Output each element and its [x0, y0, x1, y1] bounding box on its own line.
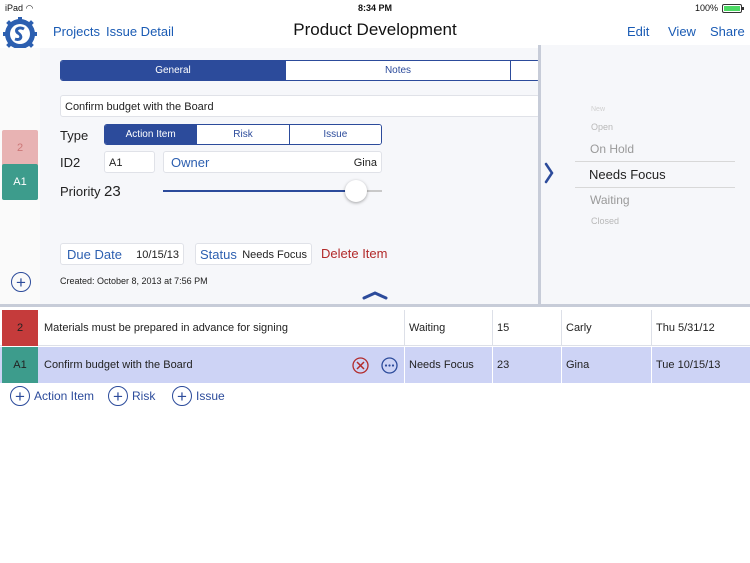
status-field[interactable]: Status Needs Focus — [195, 243, 312, 265]
view-button[interactable]: View — [668, 24, 696, 39]
add-circle-icon: + — [10, 386, 30, 406]
due-date-field[interactable]: Due Date 10/15/13 — [60, 243, 184, 265]
priority-value: 23 — [104, 183, 121, 200]
picker-option-new[interactable]: New — [591, 106, 605, 113]
type-segmented-control: Action Item Risk Issue — [104, 124, 382, 145]
row-priority: 15 — [493, 310, 562, 346]
table-row[interactable]: 2 Materials must be prepared in advance … — [0, 310, 750, 346]
row-status: Waiting — [405, 310, 493, 346]
type-risk[interactable]: Risk — [196, 125, 289, 144]
add-risk-button[interactable]: + Risk — [108, 386, 155, 406]
add-action-item-label: Action Item — [34, 389, 95, 403]
row-priority: 23 — [493, 347, 562, 383]
add-item-icon[interactable]: + — [11, 272, 31, 292]
picker-option-closed[interactable]: Closed — [591, 216, 619, 226]
slider-fill — [163, 190, 357, 192]
add-issue-button[interactable]: + Issue — [172, 386, 225, 406]
share-button[interactable]: Share — [710, 24, 745, 39]
battery-icon — [722, 3, 744, 13]
add-circle-icon: + — [108, 386, 128, 406]
priority-slider[interactable] — [163, 180, 382, 202]
status-bar: iPad ◠ 8:34 PM 100% — [0, 0, 750, 16]
type-action-item[interactable]: Action Item — [105, 125, 197, 144]
slider-thumb[interactable] — [345, 180, 367, 202]
battery-percent: 100% — [694, 3, 718, 13]
edit-button[interactable]: Edit — [627, 24, 649, 39]
due-date-value: 10/15/13 — [136, 249, 179, 261]
due-date-label: Due Date — [67, 247, 122, 262]
status-label: Status — [200, 247, 237, 262]
created-timestamp: Created: October 8, 2013 at 7:56 PM — [60, 276, 208, 286]
owner-field[interactable]: Owner Gina — [163, 151, 382, 173]
row-owner: Gina — [562, 347, 652, 383]
tile-item-a1[interactable]: A1 — [2, 164, 38, 200]
picker-divider-bottom — [575, 187, 735, 188]
tile-item-2[interactable]: 2 — [2, 130, 38, 166]
type-label: Type — [60, 128, 89, 143]
issue-detail-panel: General Notes Confirm budget with the Bo… — [40, 48, 540, 306]
item-tile-column: 2 A1 + — [0, 48, 40, 306]
picker-option-waiting[interactable]: Waiting — [590, 193, 630, 207]
row-title: Confirm budget with the Board — [40, 347, 405, 383]
chevron-right-icon[interactable] — [544, 161, 554, 185]
collapse-chevron-up-icon[interactable] — [361, 290, 389, 300]
add-risk-label: Risk — [132, 389, 156, 403]
owner-value: Gina — [353, 157, 377, 169]
tab-notes[interactable]: Notes — [285, 61, 510, 80]
owner-label: Owner — [171, 155, 210, 170]
add-action-item-button[interactable]: + Action Item — [10, 386, 94, 406]
more-options-icon[interactable] — [381, 357, 398, 374]
tab-more[interactable] — [510, 61, 539, 80]
picker-option-open[interactable]: Open — [591, 122, 613, 132]
delete-circle-icon[interactable] — [352, 357, 369, 374]
navigation-bar: Projects Issue Detail Product Developmen… — [0, 16, 750, 51]
detail-tabs: General Notes — [60, 60, 540, 81]
status-picker[interactable]: New Open On Hold Needs Focus Waiting Clo… — [538, 45, 750, 306]
row-title: Materials must be prepared in advance fo… — [40, 310, 405, 346]
battery-status: 100% — [694, 3, 744, 13]
row-id-tile[interactable]: A1 — [2, 347, 38, 383]
add-issue-label: Issue — [196, 389, 225, 403]
row-status: Needs Focus — [405, 347, 493, 383]
status-value: Needs Focus — [242, 249, 307, 261]
picker-option-on-hold[interactable]: On Hold — [590, 142, 634, 156]
priority-label: Priority — [60, 184, 101, 199]
type-issue[interactable]: Issue — [288, 125, 381, 144]
panel-divider — [0, 304, 750, 307]
row-id-tile[interactable]: 2 — [2, 310, 38, 346]
tab-general[interactable]: General — [61, 61, 285, 80]
picker-divider-top — [575, 161, 735, 162]
delete-item-button[interactable]: Delete Item — [321, 246, 387, 261]
clock: 8:34 PM — [357, 3, 392, 13]
table-row-selected[interactable]: A1 Confirm budget with the Board Needs F… — [0, 347, 750, 383]
row-date: Tue 10/15/13 — [656, 359, 721, 371]
row-owner: Carly — [562, 310, 652, 346]
id2-label: ID2 — [60, 155, 81, 170]
add-circle-icon: + — [172, 386, 192, 406]
id2-field[interactable]: A1 — [104, 151, 155, 173]
title-field[interactable]: Confirm budget with the Board — [60, 95, 540, 117]
picker-option-needs-focus[interactable]: Needs Focus — [589, 167, 666, 182]
row-date: Thu 5/31/12 — [656, 322, 715, 334]
